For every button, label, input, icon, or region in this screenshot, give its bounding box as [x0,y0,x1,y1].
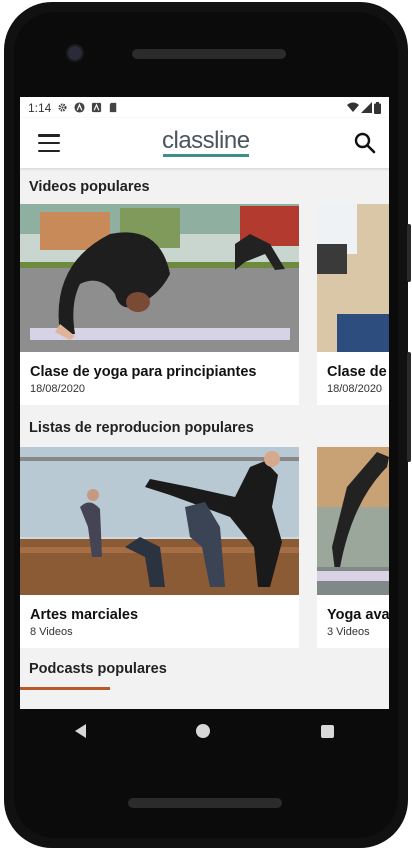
a-badge-icon [74,102,85,113]
playlist-title: Yoga avanzado [327,607,389,623]
playlist-card[interactable]: Yoga avanzado 3 Videos [317,447,389,648]
app-a-icon [92,102,102,113]
app-screen: 1:14 classline Videos populares Clase de… [20,97,389,709]
yoga-video-thumbnail [317,204,389,352]
status-bar: 1:14 [20,97,389,118]
settings-icon [58,103,67,112]
section-title-playlists: Listas de reproducion populares [29,420,254,436]
video-title: Clase de yoga para principiantes [327,364,389,380]
back-button[interactable] [75,724,87,738]
playlist-count: 8 Videos [30,626,73,638]
logo-text: classline [162,127,250,154]
playlists-carousel[interactable]: Artes marciales 8 Videos Yoga avanzado 3… [20,447,389,648]
status-time: 1:14 [28,100,52,115]
signal-icon [361,102,372,113]
volume-button [407,224,411,282]
video-card[interactable]: Clase de yoga para principiantes 18/08/2… [317,204,389,405]
videos-carousel[interactable]: Clase de yoga para principiantes 18/08/2… [20,204,389,405]
battery-icon [374,101,381,114]
podcast-card-peek [20,687,110,690]
power-button [407,352,411,462]
search-icon[interactable] [353,131,377,155]
bottom-speaker [128,798,282,808]
video-title: Clase de yoga para principiantes [30,364,257,380]
system-nav-bar [20,709,389,753]
wifi-icon [347,102,359,112]
playlist-count: 3 Videos [327,626,370,638]
section-title-videos: Videos populares [29,179,150,195]
recents-button[interactable] [320,724,334,738]
video-card[interactable]: Clase de yoga para principiantes 18/08/2… [20,204,299,405]
app-bar: classline [20,118,389,168]
sd-card-icon [110,102,117,113]
logo-underline [162,154,249,157]
playlist-card[interactable]: Artes marciales 8 Videos [20,447,299,648]
yoga-advanced-thumbnail [317,447,389,595]
playlist-title: Artes marciales [30,607,139,623]
yoga-video-thumbnail [20,204,299,352]
martial-arts-thumbnail [20,447,299,595]
earpiece-speaker [132,49,286,59]
menu-icon[interactable] [38,134,60,152]
video-date: 18/08/2020 [30,383,86,395]
front-camera [68,46,82,60]
video-date: 18/08/2020 [327,383,383,395]
classline-logo: classline [162,128,250,157]
home-button[interactable] [196,724,211,738]
section-title-podcasts: Podcasts populares [29,661,167,677]
